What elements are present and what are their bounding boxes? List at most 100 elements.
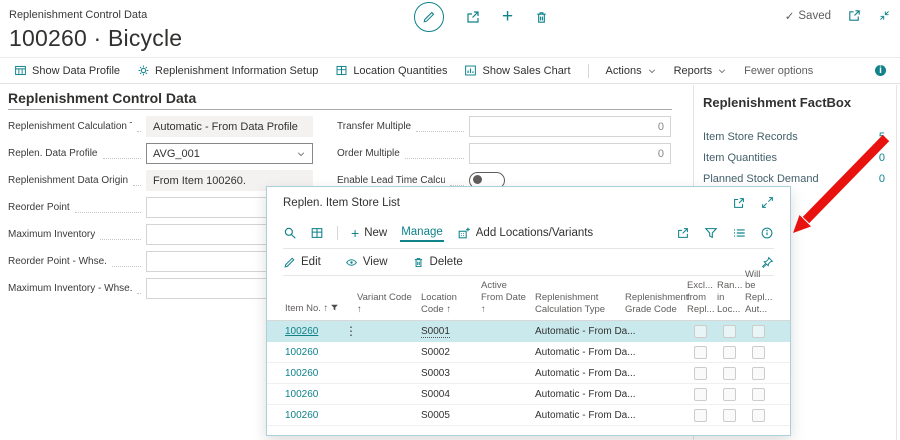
location-quantities-button[interactable]: Location Quantities — [335, 64, 447, 77]
table-row[interactable]: 100260 S0004 Automatic - From Da... — [267, 384, 790, 405]
factbox-row: Item Store Records 5 — [703, 126, 885, 147]
show-data-profile-button[interactable]: Show Data Profile — [14, 64, 120, 77]
calc-type-cell[interactable]: Automatic - From Da... — [535, 326, 625, 337]
show-sales-chart-button[interactable]: Show Sales Chart — [464, 64, 570, 77]
new-record-button[interactable]: + — [502, 9, 513, 25]
row-more-icon[interactable]: ⋮ — [345, 324, 357, 338]
column-header-will-be-repl-aut[interactable]: Will be Repl... Aut... — [745, 269, 775, 317]
replen-data-profile-dropdown[interactable]: AVG_001 — [146, 143, 313, 164]
item-store-records-value[interactable]: 5 — [879, 131, 885, 143]
calc-type-cell[interactable]: Automatic - From Da... — [535, 410, 625, 421]
planned-stock-demand-value[interactable]: 0 — [879, 173, 885, 185]
reports-menu[interactable]: Reports — [674, 65, 728, 77]
dotted-leader — [450, 176, 464, 186]
column-header-ran-in-loc[interactable]: Ran... in Loc... — [717, 280, 745, 316]
edit-record-button[interactable] — [414, 2, 444, 32]
dotted-leader — [137, 122, 141, 132]
replenishment-calculation-type-field: Automatic - From Data Profile — [146, 116, 313, 137]
save-status: ✓ Saved — [785, 9, 831, 23]
dotted-leader — [405, 149, 464, 159]
excl-from-repl-checkbox — [694, 367, 707, 380]
table-row[interactable]: 100260 ⋮ S0001 Automatic - From Da... — [267, 321, 790, 342]
search-icon[interactable] — [283, 226, 297, 240]
fewer-options-button[interactable]: Fewer options — [744, 65, 813, 77]
item-quantities-value[interactable]: 0 — [879, 152, 885, 164]
filter-funnel-icon — [330, 303, 339, 312]
column-header-replenishment-calculation-type[interactable]: Replenishment Calculation Type — [535, 292, 625, 316]
item-no-link[interactable]: 100260 — [285, 368, 318, 379]
table-row[interactable]: 100260 S0005 Automatic - From Da... — [267, 405, 790, 426]
location-code-cell[interactable]: S0003 — [421, 368, 481, 379]
column-header-item-no[interactable]: Item No. ↑ — [285, 303, 357, 316]
delete-button[interactable]: Delete — [412, 256, 463, 269]
calc-type-cell[interactable]: Automatic - From Da... — [535, 389, 625, 400]
excl-from-repl-checkbox — [694, 409, 707, 422]
excl-from-repl-checkbox — [694, 346, 707, 359]
replenishment-information-setup-button[interactable]: Replenishment Information Setup — [137, 64, 318, 77]
column-header-location-code[interactable]: Location Code ↑ — [421, 292, 481, 316]
ran-in-loc-checkbox — [723, 325, 736, 338]
new-button[interactable]: + New — [351, 227, 387, 239]
field-label-reorder-point-whse: Reorder Point - Whse. — [8, 256, 107, 267]
factbox-row: Item Quantities 0 — [703, 147, 885, 168]
order-multiple-input[interactable]: 0 — [469, 143, 671, 164]
transfer-multiple-input[interactable]: 0 — [469, 116, 671, 137]
calc-type-cell[interactable]: Automatic - From Da... — [535, 368, 625, 379]
location-code-cell[interactable]: S0004 — [421, 389, 481, 400]
will-be-repl-aut-checkbox — [752, 346, 765, 359]
item-no-link[interactable]: 100260 — [285, 389, 318, 400]
choose-columns-icon[interactable] — [732, 226, 746, 240]
field-label-replenishment-data-origin: Replenishment Data Origin — [8, 175, 128, 186]
dotted-leader — [75, 203, 141, 213]
info-dot-icon[interactable]: i — [875, 65, 886, 76]
check-icon: ✓ — [785, 9, 795, 23]
column-header-variant-code[interactable]: Variant Code ↑ — [357, 292, 421, 316]
pin-icon[interactable] — [761, 256, 774, 269]
location-code-cell[interactable]: S0001 — [421, 326, 450, 338]
item-no-link[interactable]: 100260 — [285, 347, 318, 358]
table-header-row: Item No. ↑ Variant Code ↑ Location Code … — [267, 276, 790, 321]
share-icon[interactable] — [676, 226, 690, 240]
analysis-mode-icon[interactable] — [310, 226, 324, 240]
edit-button[interactable]: Edit — [283, 256, 321, 269]
open-in-new-window-icon[interactable] — [847, 8, 862, 23]
table-row[interactable]: 100260 S0003 Automatic - From Da... — [267, 363, 790, 384]
divider — [337, 226, 338, 240]
dotted-leader — [100, 230, 141, 240]
table-icon — [14, 64, 27, 77]
dotted-leader — [133, 176, 141, 186]
ran-in-loc-checkbox — [723, 367, 736, 380]
column-header-active-from-date[interactable]: Active From Date ↑ — [481, 280, 535, 316]
record-toolbar: + — [414, 2, 549, 32]
add-locations-variants-button[interactable]: Add Locations/Variants — [457, 226, 593, 240]
filter-icon[interactable] — [704, 226, 718, 240]
page-title: 100260 · Bicycle — [9, 25, 182, 52]
delete-record-icon[interactable] — [534, 10, 549, 25]
info-icon[interactable] — [760, 226, 774, 240]
table-row[interactable]: 100260 S0002 Automatic - From Da... — [267, 342, 790, 363]
expand-icon[interactable] — [761, 196, 774, 209]
ran-in-loc-checkbox — [723, 388, 736, 401]
open-in-new-window-icon[interactable] — [732, 196, 746, 210]
item-no-link[interactable]: 100260 — [285, 410, 318, 421]
location-code-cell[interactable]: S0005 — [421, 410, 481, 421]
column-header-excl-from-repl[interactable]: Excl... from Repl... — [687, 280, 717, 316]
collapse-window-icon[interactable] — [878, 9, 891, 22]
field-label-reorder-point: Reorder Point — [8, 202, 70, 213]
item-no-link[interactable]: 100260 — [285, 326, 318, 337]
field-label-maximum-inventory: Maximum Inventory — [8, 229, 95, 240]
field-label-maximum-inventory-whse: Maximum Inventory - Whse. — [8, 283, 132, 294]
manage-tab[interactable]: Manage — [400, 224, 444, 242]
will-be-repl-aut-checkbox — [752, 409, 765, 422]
column-header-replenishment-grade-code[interactable]: Replenishment Grade Code — [625, 292, 687, 316]
location-code-cell[interactable]: S0002 — [421, 347, 481, 358]
planned-stock-demand-label: Planned Stock Demand — [703, 173, 819, 185]
breadcrumb[interactable]: Replenishment Control Data — [9, 9, 147, 21]
view-button[interactable]: View — [345, 256, 388, 269]
actions-menu[interactable]: Actions — [606, 65, 657, 77]
calc-type-cell[interactable]: Automatic - From Da... — [535, 347, 625, 358]
ran-in-loc-checkbox — [723, 409, 736, 422]
toggle-knob — [473, 175, 482, 184]
share-icon[interactable] — [465, 9, 481, 25]
trash-icon — [412, 256, 425, 269]
